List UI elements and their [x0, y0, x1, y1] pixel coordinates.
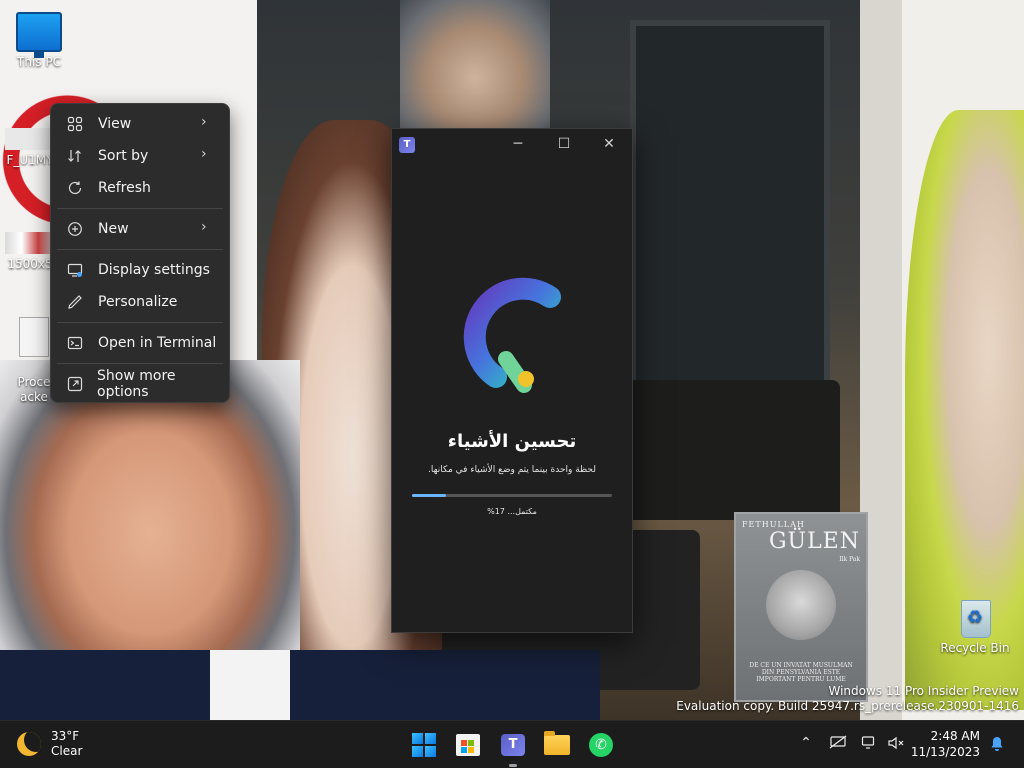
minimize-button[interactable]: ─: [495, 129, 541, 159]
book-subtitle: Ilk Pak: [839, 556, 860, 563]
progress-text: مكتمل... 17%: [487, 507, 537, 516]
menu-item-label: Personalize: [98, 294, 178, 310]
wallpaper-man-portrait: [400, 0, 550, 130]
desktop-icon-recycle-bin[interactable]: Recycle Bin: [939, 598, 1011, 655]
menu-item-label: Show more options: [97, 368, 176, 400]
wallpaper-suit: [0, 650, 600, 720]
chevron-right-icon: ›: [201, 114, 207, 130]
loading-heading: تحسين الأشياء: [447, 431, 577, 452]
teams-icon: T: [501, 734, 525, 756]
progress-fill: [412, 494, 446, 497]
wallpaper-book-cover: FETHULLAH GÜLEN Ilk Pak DE CE UN INVATAT…: [734, 512, 868, 702]
document-icon: [19, 317, 49, 357]
watermark-line-2: Evaluation copy. Build 25947.rs_prerelea…: [676, 699, 1019, 713]
image-thumbnail-icon: [5, 232, 55, 254]
maximize-button[interactable]: ☐: [541, 129, 587, 159]
no-network-icon[interactable]: [828, 735, 848, 753]
taskbar-app-whatsapp[interactable]: ✆: [585, 729, 617, 761]
show-hidden-icons-chevron-up-icon[interactable]: ⌃: [796, 735, 816, 751]
menu-item-label: New: [98, 221, 129, 237]
menu-item-label: Open in Terminal: [98, 335, 217, 351]
file-thumbnail-icon: [5, 128, 55, 150]
taskbar-app-teams[interactable]: T: [497, 729, 529, 761]
clock-time: 2:48 AM: [930, 729, 980, 743]
menu-item-label: View: [98, 116, 132, 132]
menu-item-sort-by[interactable]: Sort by ›: [55, 140, 225, 172]
menu-separator: [57, 249, 223, 250]
window-titlebar[interactable]: T ─ ☐ ✕: [392, 129, 632, 159]
weather-condition: Clear: [51, 744, 83, 758]
menu-separator: [57, 322, 223, 323]
pen-icon: [65, 292, 85, 312]
teams-logo-icon: T: [399, 137, 415, 153]
menu-item-refresh[interactable]: Refresh: [55, 172, 225, 204]
wallpaper-shirt: [210, 650, 290, 720]
menu-item-label: Display settings: [98, 262, 210, 278]
taskbar-app-microsoft-store[interactable]: [452, 729, 484, 761]
menu-item-new[interactable]: New ›: [55, 213, 225, 245]
menu-item-display-settings[interactable]: Display settings: [55, 254, 225, 286]
menu-item-open-in-terminal[interactable]: Open in Terminal: [55, 327, 225, 359]
taskbar: 33°F Clear T ✆ ⌃ 2:48 AM 11/13/2023: [0, 720, 1024, 768]
clock-date: 11/13/2023: [910, 745, 980, 759]
menu-separator: [57, 363, 223, 364]
loading-subtitle: لحظة واحدة بينما يتم وضع الأشياء في مكان…: [428, 465, 596, 475]
network-status-icon[interactable]: [860, 735, 880, 755]
desktop-icon-label: Recycle Bin: [940, 641, 1010, 655]
chevron-right-icon: ›: [201, 219, 207, 235]
notification-bell-icon[interactable]: [990, 736, 1004, 752]
loading-progress-bar: [412, 494, 612, 497]
menu-item-label: Refresh: [98, 180, 151, 196]
weather-temperature: 33°F: [51, 729, 80, 743]
volume-muted-icon[interactable]: [886, 735, 906, 755]
menu-item-personalize[interactable]: Personalize: [55, 286, 225, 318]
terminal-icon: [65, 333, 85, 353]
book-portrait: [766, 570, 836, 640]
taskbar-clock[interactable]: 2:48 AM 11/13/2023: [911, 728, 980, 760]
external-icon: [65, 374, 84, 394]
teams-window: T ─ ☐ ✕ تحسين الأشياء لحظة واحدة بينما ي…: [391, 128, 633, 633]
menu-item-view[interactable]: View ›: [55, 108, 225, 140]
running-app-indicator: [509, 764, 517, 767]
taskbar-app-file-explorer[interactable]: [541, 729, 573, 761]
computer-icon: [16, 12, 62, 58]
start-button[interactable]: [408, 729, 440, 761]
chevron-right-icon: ›: [201, 146, 207, 162]
folder-icon: [544, 731, 570, 755]
menu-item-label: Sort by: [98, 148, 149, 164]
book-cover-text: DE CE UN INVATAT MUSULMAN DIN PENSYLVANI…: [749, 662, 853, 683]
sort-icon: [65, 146, 85, 166]
watermark-line-1: Windows 11 Pro Insider Preview: [828, 684, 1019, 698]
wallpaper-monitor: [630, 20, 830, 410]
menu-separator: [57, 208, 223, 209]
plus-circle-icon: [65, 219, 85, 239]
weather-widget[interactable]: 33°F Clear: [17, 729, 82, 759]
teams-loading-animation-icon: [463, 277, 561, 393]
windows-watermark: Windows 11 Pro Insider Preview Evaluatio…: [676, 684, 1019, 714]
moon-icon: [17, 732, 41, 756]
refresh-icon: [65, 178, 85, 198]
whatsapp-icon: ✆: [589, 733, 613, 757]
recycle-bin-icon: [955, 598, 995, 638]
display-settings-icon: [65, 260, 85, 280]
microsoft-store-icon: [456, 734, 480, 756]
windows-logo-icon: [412, 733, 436, 757]
desktop-icon-this-pc[interactable]: This PC: [3, 12, 75, 69]
close-button[interactable]: ✕: [586, 129, 632, 159]
grid-icon: [65, 114, 85, 134]
book-author-name: GÜLEN: [768, 529, 860, 554]
book-author-line: FETHULLAH: [742, 520, 805, 529]
desktop-context-menu: View › Sort by › Refresh New › Display s…: [50, 103, 230, 403]
menu-item-show-more-options[interactable]: Show more options: [55, 368, 225, 400]
